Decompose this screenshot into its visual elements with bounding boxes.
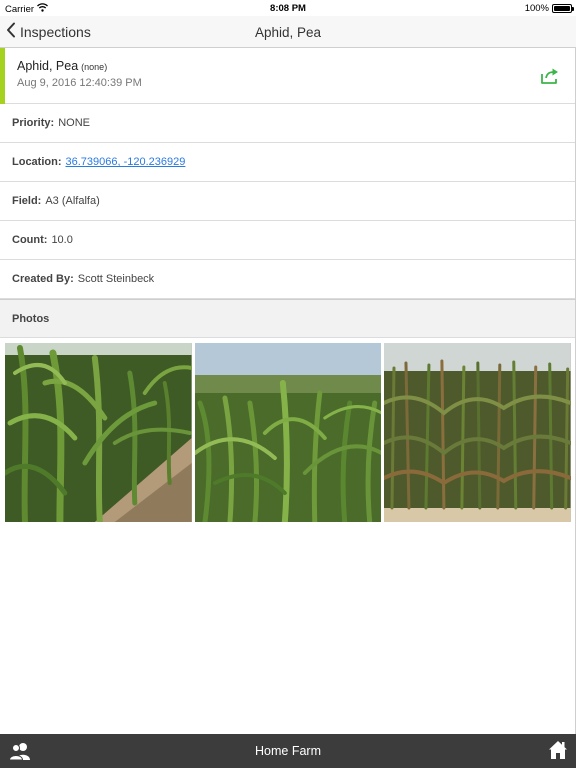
location-label: Location: (12, 156, 62, 168)
app-root: Carrier 8:08 PM 100% Inspections Aphid, … (0, 0, 576, 768)
created-by-value: Scott Steinbeck (77, 273, 155, 285)
status-bar: Carrier 8:08 PM 100% (0, 0, 576, 16)
home-icon (549, 741, 567, 759)
severity-accent-bar (0, 48, 5, 104)
location-link[interactable]: 36.739066, -120.236929 (66, 156, 186, 168)
photo-thumbnail[interactable] (5, 343, 192, 522)
count-label: Count: (12, 234, 48, 246)
count-value: 10.0 (51, 234, 73, 246)
inspection-title: Aphid, Pea (none) (17, 59, 107, 73)
location-row: Location: 36.739066, -120.236929 (0, 143, 576, 182)
priority-row: Priority: NONE (0, 104, 576, 143)
bottom-tab-bar: Home Farm (0, 734, 576, 768)
field-label: Field: (12, 195, 42, 207)
created-by-label: Created By: (12, 273, 74, 285)
field-row: Field: A3 (Alfalfa) (0, 182, 576, 221)
photos-section-header: Photos (0, 299, 576, 338)
severity-label: (none) (81, 62, 108, 72)
share-icon (541, 68, 558, 84)
battery-percent: 100% (524, 3, 549, 14)
battery-icon (552, 4, 574, 13)
navigation-bar: Inspections Aphid, Pea (0, 16, 576, 48)
pest-name: Aphid, Pea (17, 59, 79, 73)
farm-title: Home Farm (255, 744, 321, 758)
battery-fill (554, 6, 570, 11)
priority-label: Priority: (12, 117, 55, 129)
created-by-row: Created By: Scott Steinbeck (0, 260, 576, 299)
priority-value: NONE (58, 117, 90, 129)
clock: 8:08 PM (270, 3, 306, 14)
photo-thumbnail[interactable] (194, 343, 382, 522)
photo-thumbnail[interactable] (384, 343, 572, 522)
count-row: Count: 10.0 (0, 221, 576, 260)
photos-section-label: Photos (12, 312, 50, 325)
inspection-header: Aphid, Pea (none) Aug 9, 2016 12:40:39 PM (0, 48, 576, 104)
cornfield-photo-2 (194, 343, 382, 522)
photo-gallery (5, 343, 572, 522)
battery-group: 100% (524, 3, 574, 14)
page-title: Aphid, Pea (254, 25, 322, 40)
cornfield-photo-1 (5, 343, 192, 522)
home-button[interactable] (548, 740, 568, 760)
cornfield-photo-3 (384, 343, 572, 522)
inspection-date: Aug 9, 2016 12:40:39 PM (17, 77, 142, 89)
field-value: A3 (Alfalfa) (45, 195, 100, 207)
share-button[interactable] (540, 67, 560, 85)
